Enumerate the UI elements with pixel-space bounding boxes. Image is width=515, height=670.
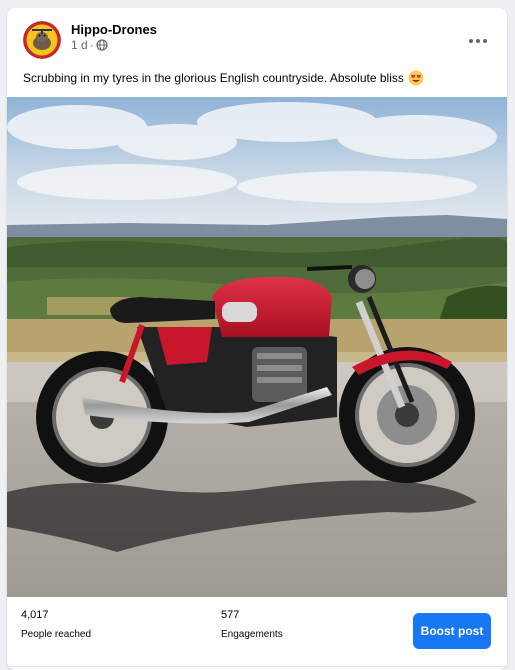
meta-separator: · [89,38,94,52]
ellipsis-icon [469,39,487,43]
boost-post-button[interactable]: Boost post [413,613,491,649]
people-reached-label: People reached [21,629,92,640]
globe-icon [96,39,108,51]
post-header: Hippo-Drones 1 d · [7,8,507,68]
heart-eyes-emoji-icon [408,70,424,86]
divider [7,666,507,667]
engagements-value: 577 [221,609,240,621]
page-name[interactable]: Hippo-Drones [71,22,157,37]
hippo-logo-icon [23,21,61,59]
post-time[interactable]: 1 d [71,38,88,52]
people-reached-value: 4,017 [21,609,49,621]
post-card: Hippo-Drones 1 d · Scrubbing in my tyres… [7,8,507,670]
post-photo[interactable] [7,97,507,597]
page-avatar[interactable] [23,21,61,59]
more-options-button[interactable] [463,26,493,56]
post-message: Scrubbing in my tyres in the glorious En… [23,70,493,86]
engagements-label: Engagements [221,629,283,640]
post-meta: 1 d · [71,38,108,52]
post-text: Scrubbing in my tyres in the glorious En… [23,71,404,85]
